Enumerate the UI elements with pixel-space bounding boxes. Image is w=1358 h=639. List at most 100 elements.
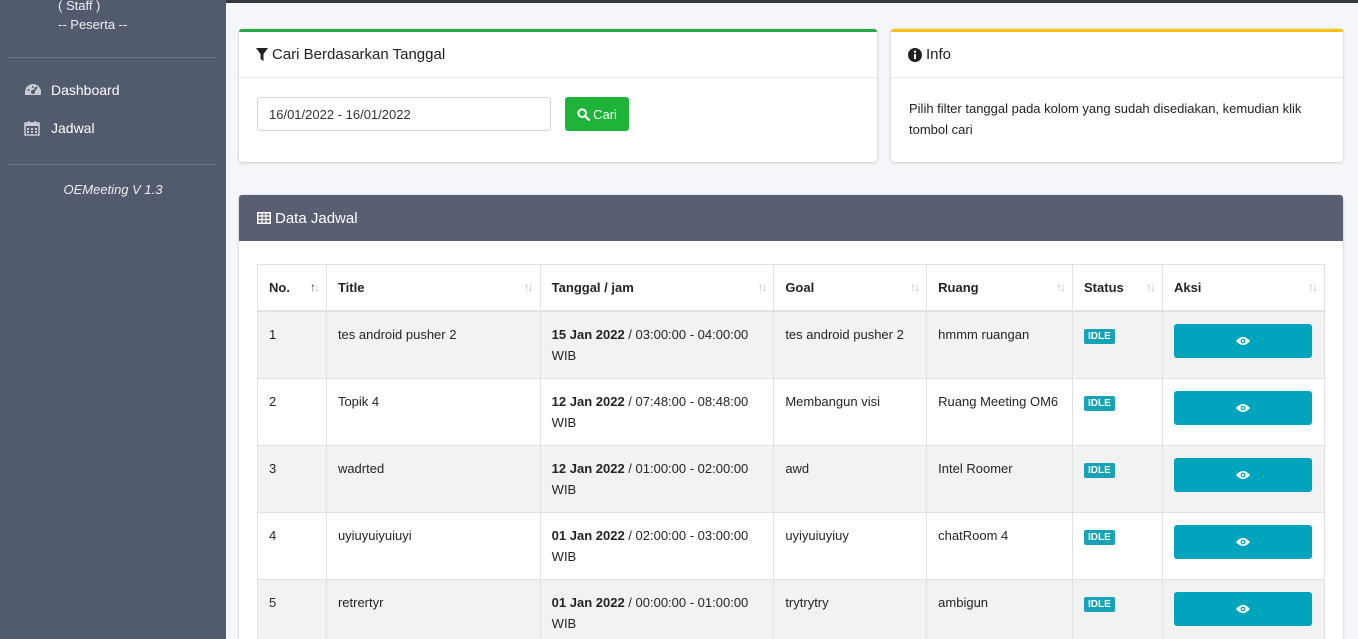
cell-status: IDLE xyxy=(1072,578,1163,639)
sort-icon: ↑↓ xyxy=(1145,280,1156,294)
cell-no: 4 xyxy=(257,511,327,580)
eye-icon xyxy=(1235,336,1250,345)
sort-asc-icon: ↑↓ xyxy=(309,280,320,294)
column-header-title[interactable]: Title ↑↓ xyxy=(325,264,541,312)
table-row: 1 tes android pusher 2 15 Jan 2022 / 03:… xyxy=(257,310,1326,379)
table-row: 3 wadrted 12 Jan 2022 / 01:00:00 - 02:00… xyxy=(257,444,1326,513)
cell-aksi xyxy=(1161,578,1326,639)
column-header-status[interactable]: Status ↑↓ xyxy=(1072,264,1163,312)
status-badge: IDLE xyxy=(1084,395,1115,411)
cell-no: 3 xyxy=(257,444,327,513)
cell-goal: trytrytry xyxy=(773,578,928,639)
view-button[interactable] xyxy=(1173,524,1312,559)
eye-icon xyxy=(1235,403,1250,412)
status-badge: IDLE xyxy=(1084,462,1115,478)
sidebar-item-label: Dashboard xyxy=(51,82,120,98)
filter-card: Cari Berdasarkan Tanggal Cari xyxy=(239,29,877,162)
table-row: 2 Topik 4 12 Jan 2022 / 07:48:00 - 08:48… xyxy=(257,377,1326,446)
cell-title: Topik 4 xyxy=(325,377,541,446)
user-role: ( Staff ) xyxy=(58,0,101,13)
table-header-row: No. ↑↓ Title ↑↓ Tanggal / jam ↑↓ Goal ↑↓ Rua… xyxy=(257,264,1326,312)
cell-title: wadrted xyxy=(325,444,541,513)
search-icon xyxy=(577,107,591,121)
cell-goal: awd xyxy=(773,444,928,513)
cell-title: retrertyr xyxy=(325,578,541,639)
user-role-peserta: -- Peserta -- xyxy=(58,17,128,32)
cell-tanggal: 01 Jan 2022 / 02:00:00 - 03:00:00 WIB xyxy=(539,511,775,580)
cell-aksi xyxy=(1161,511,1326,580)
sort-icon: ↑↓ xyxy=(1056,280,1066,294)
filter-card-title: Cari Berdasarkan Tanggal xyxy=(272,46,446,63)
column-header-ruang[interactable]: Ruang ↑↓ xyxy=(926,264,1074,312)
cell-aksi xyxy=(1161,444,1326,513)
cell-goal: tes android pusher 2 xyxy=(773,310,928,379)
status-badge: IDLE xyxy=(1084,328,1115,344)
view-button[interactable] xyxy=(1173,390,1312,425)
cell-status: IDLE xyxy=(1072,310,1163,379)
sort-icon: ↑↓ xyxy=(910,280,920,294)
cell-tanggal: 12 Jan 2022 / 01:00:00 - 02:00:00 WIB xyxy=(539,444,775,513)
view-button[interactable] xyxy=(1173,591,1312,626)
status-badge: IDLE xyxy=(1084,529,1115,545)
cell-ruang: ambigun xyxy=(926,578,1074,639)
column-header-no[interactable]: No. ↑↓ xyxy=(257,264,327,312)
eye-icon xyxy=(1235,470,1250,479)
info-text: Pilih filter tanggal pada kolom yang sud… xyxy=(909,101,1302,137)
table-row: 5 retrertyr 01 Jan 2022 / 00:00:00 - 01:… xyxy=(257,578,1326,639)
view-button[interactable] xyxy=(1173,457,1312,492)
sidebar-item-dashboard[interactable]: Dashboard xyxy=(24,79,120,101)
cell-no: 1 xyxy=(257,310,327,379)
cell-status: IDLE xyxy=(1072,511,1163,580)
calendar-icon xyxy=(24,120,42,136)
info-icon xyxy=(908,47,922,62)
info-card-title: Info xyxy=(926,46,952,63)
sort-icon: ↑↓ xyxy=(523,280,534,294)
dashboard-icon xyxy=(24,82,42,98)
status-badge: IDLE xyxy=(1084,596,1115,612)
filter-card-header: Cari Berdasarkan Tanggal xyxy=(239,32,877,78)
date-range-input[interactable] xyxy=(257,97,551,131)
jadwal-table: No. ↑↓ Title ↑↓ Tanggal / jam ↑↓ Goal ↑↓ Rua… xyxy=(257,264,1326,639)
cell-tanggal: 15 Jan 2022 / 03:00:00 - 04:00:00 WIB xyxy=(539,310,775,379)
data-jadwal-card: Data Jadwal No. ↑↓ Title ↑↓ Tanggal / jam ↑… xyxy=(239,195,1343,639)
column-header-tanggal[interactable]: Tanggal / jam ↑↓ xyxy=(539,264,775,312)
cell-no: 2 xyxy=(257,377,327,446)
cell-title: tes android pusher 2 xyxy=(325,310,541,379)
sidebar-divider xyxy=(8,164,216,165)
cell-status: IDLE xyxy=(1072,377,1163,446)
view-button[interactable] xyxy=(1173,323,1312,358)
cell-ruang: Ruang Meeting OM6 xyxy=(926,377,1074,446)
cell-tanggal: 12 Jan 2022 / 07:48:00 - 08:48:00 WIB xyxy=(539,377,775,446)
info-card: Info Pilih filter tanggal pada kolom yan… xyxy=(891,29,1343,162)
column-header-aksi[interactable]: Aksi ↑↓ xyxy=(1161,264,1326,312)
cell-title: uyiuyuiyuiuyi xyxy=(325,511,541,580)
cell-aksi xyxy=(1161,377,1326,446)
sidebar: ( Staff ) -- Peserta -- Dashboard Jadwal… xyxy=(0,0,226,639)
cell-tanggal: 01 Jan 2022 / 00:00:00 - 01:00:00 WIB xyxy=(539,578,775,639)
cell-status: IDLE xyxy=(1072,444,1163,513)
column-header-goal[interactable]: Goal ↑↓ xyxy=(773,264,928,312)
eye-icon xyxy=(1235,604,1250,613)
sidebar-item-label: Jadwal xyxy=(51,120,95,136)
app-version: OEMeeting V 1.3 xyxy=(63,182,163,197)
sidebar-divider xyxy=(8,57,216,58)
search-button-label: Cari xyxy=(593,106,617,122)
info-card-header: Info xyxy=(891,32,1343,78)
cell-ruang: Intel Roomer xyxy=(926,444,1074,513)
sort-icon: ↑↓ xyxy=(757,280,767,294)
table-icon xyxy=(257,212,271,224)
cell-no: 5 xyxy=(257,578,327,639)
cell-ruang: chatRoom 4 xyxy=(926,511,1074,580)
sort-icon: ↑↓ xyxy=(1308,280,1318,294)
cell-goal: uyiyuiuyiuy xyxy=(773,511,928,580)
cell-aksi xyxy=(1161,310,1326,379)
filter-icon xyxy=(256,48,268,61)
search-button[interactable]: Cari xyxy=(565,97,629,131)
data-card-header: Data Jadwal xyxy=(239,195,1343,241)
cell-goal: Membangun visi xyxy=(773,377,928,446)
data-card-title: Data Jadwal xyxy=(275,209,358,227)
eye-icon xyxy=(1235,537,1250,546)
sidebar-item-jadwal[interactable]: Jadwal xyxy=(24,117,95,139)
table-row: 4 uyiuyuiyuiuyi 01 Jan 2022 / 02:00:00 -… xyxy=(257,511,1326,580)
cell-ruang: hmmm ruangan xyxy=(926,310,1074,379)
